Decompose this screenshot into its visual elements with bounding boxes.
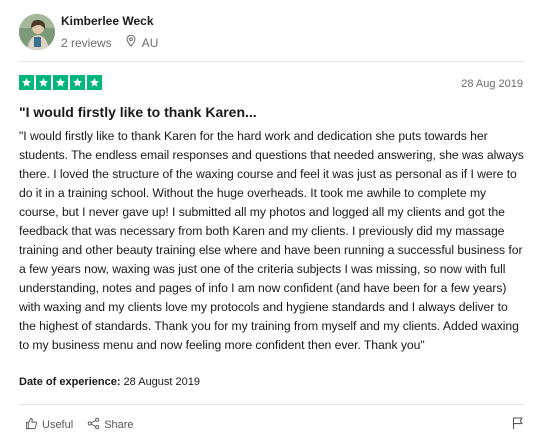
reviewer-location: AU	[126, 34, 159, 50]
avatar[interactable]	[19, 13, 55, 50]
review-date: 28 Aug 2019	[461, 78, 523, 90]
useful-button[interactable]: Useful	[25, 417, 73, 433]
star-icon	[36, 75, 51, 90]
useful-label: Useful	[42, 419, 74, 431]
share-label: Share	[104, 419, 134, 431]
date-of-experience: Date of experience: 28 August 2019	[19, 376, 200, 388]
reviewer-info: Kimberlee Weck 2 reviews AU	[61, 13, 158, 50]
review-title[interactable]: "I would firstly like to thank Karen...	[19, 104, 257, 120]
star-icon	[19, 75, 34, 90]
header-divider	[19, 61, 524, 62]
star-icon	[70, 75, 85, 90]
location-text: AU	[141, 35, 159, 50]
review-actions: Useful Share	[25, 417, 148, 433]
flag-icon	[512, 417, 524, 434]
star-icon	[53, 75, 68, 90]
reviewer-header: Kimberlee Weck 2 reviews AU	[19, 13, 158, 50]
location-pin-icon	[126, 34, 142, 50]
reviewer-meta: 2 reviews AU	[61, 34, 159, 50]
star-rating	[19, 75, 104, 90]
share-icon	[87, 417, 104, 433]
thumbs-up-icon	[25, 417, 42, 433]
reviewer-name[interactable]: Kimberlee Weck	[61, 14, 158, 28]
experience-date: 28 August 2019	[123, 376, 201, 388]
review-count: 2 reviews	[61, 35, 112, 50]
review-body: "I would firstly like to thank Karen for…	[19, 129, 524, 352]
share-button[interactable]: Share	[87, 417, 134, 433]
flag-button[interactable]	[512, 416, 524, 435]
experience-label: Date of experience:	[19, 376, 121, 388]
review-card: Kimberlee Weck 2 reviews AU 28 Aug 2019 …	[0, 0, 542, 445]
footer-divider	[19, 404, 524, 405]
star-icon	[87, 75, 102, 90]
